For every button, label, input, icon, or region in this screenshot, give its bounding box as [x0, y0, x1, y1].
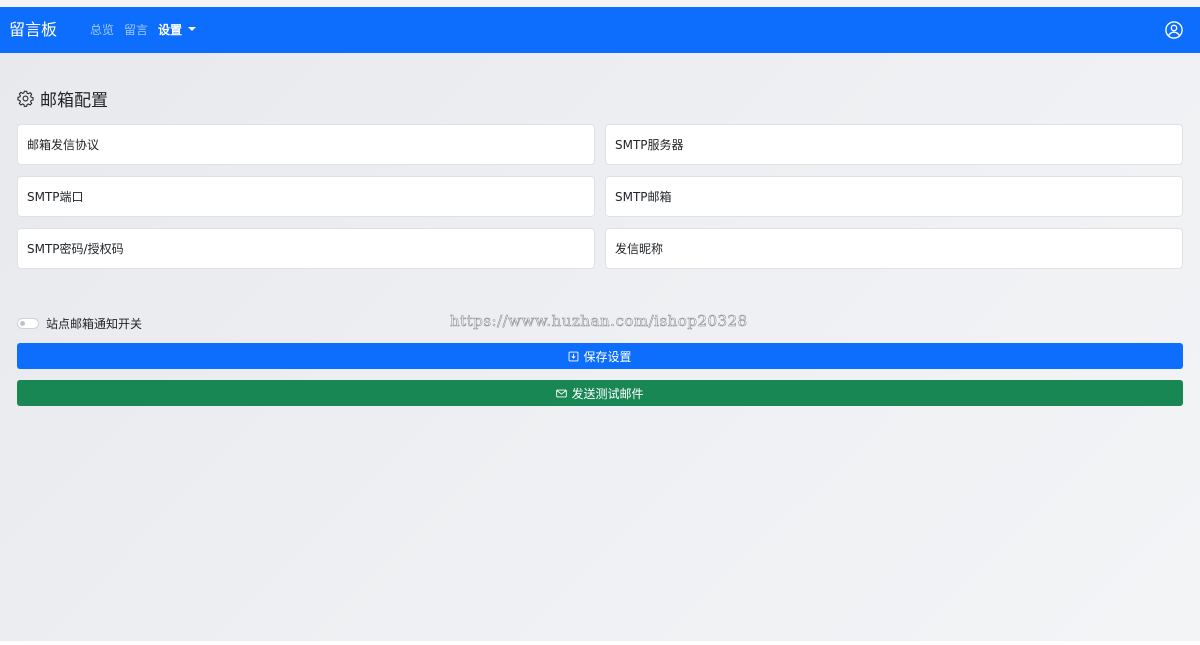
- nav-settings-label: 设置: [158, 23, 183, 37]
- envelope-icon: [556, 389, 568, 397]
- brand-title[interactable]: 留言板: [9, 19, 57, 41]
- section-title: 邮箱配置: [40, 91, 108, 111]
- email-config-panel: 邮箱配置 站点邮箱通知开关 https://www.huzhan.com/ish…: [0, 53, 1200, 441]
- sender-name-field[interactable]: [605, 228, 1183, 269]
- empty-area: [0, 441, 1200, 641]
- nav-link-overview[interactable]: 总览: [90, 22, 114, 38]
- chevron-down-icon: [188, 27, 197, 31]
- main-content: 邮箱配置 站点邮箱通知开关 https://www.huzhan.com/ish…: [0, 53, 1200, 641]
- top-strip: [0, 0, 1200, 7]
- nav-link-messages[interactable]: 留言: [124, 22, 148, 38]
- watermark-text: https://www.huzhan.com/ishop20328: [450, 312, 748, 331]
- smtp-port-field[interactable]: [17, 176, 595, 217]
- save-settings-button[interactable]: 保存设置: [17, 343, 1183, 369]
- nav-dropdown-settings[interactable]: 设置: [158, 22, 197, 38]
- send-test-email-label: 发送测试邮件: [571, 386, 644, 401]
- bottom-strip: [0, 641, 1200, 645]
- send-test-email-button[interactable]: 发送测试邮件: [17, 380, 1183, 406]
- notify-switch[interactable]: [17, 318, 39, 329]
- save-icon: [569, 351, 579, 361]
- gear-icon: [17, 90, 34, 107]
- switch-knob: [20, 321, 25, 326]
- protocol-field[interactable]: [17, 124, 595, 165]
- user-circle-icon[interactable]: [1165, 21, 1183, 39]
- notify-switch-label: 站点邮箱通知开关: [46, 317, 143, 331]
- section-heading: 邮箱配置: [17, 86, 108, 111]
- smtp-password-field[interactable]: [17, 228, 595, 269]
- notify-switch-row[interactable]: 站点邮箱通知开关: [17, 315, 142, 332]
- smtp-email-field[interactable]: [605, 176, 1183, 217]
- smtp-server-field[interactable]: [605, 124, 1183, 165]
- save-settings-label: 保存设置: [583, 349, 632, 364]
- navbar: 留言板 总览 留言 设置: [0, 7, 1200, 53]
